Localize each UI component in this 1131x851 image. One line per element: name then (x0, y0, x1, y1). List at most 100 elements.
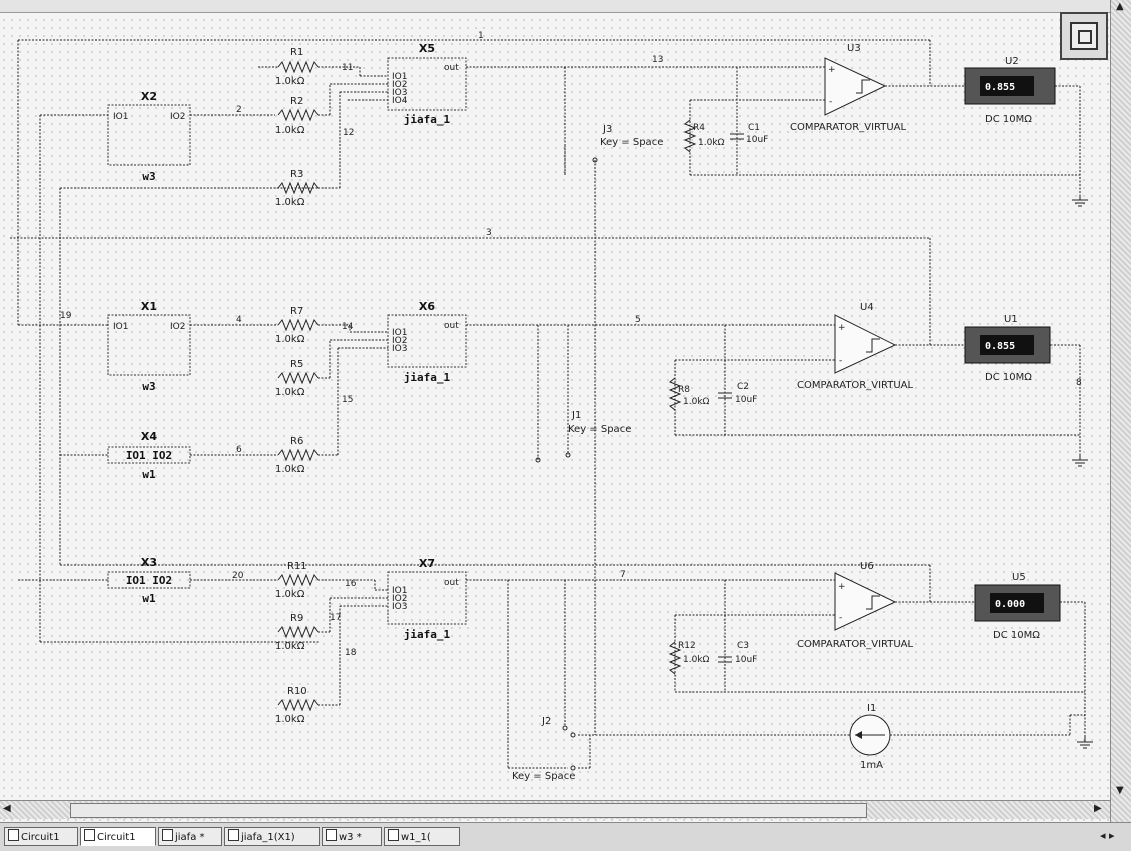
x6-ref: X6 (419, 300, 435, 313)
c2-value: 10uF (735, 395, 757, 405)
r11-value: 1.0kΩ (275, 589, 305, 600)
r12-value: 1.0kΩ (683, 655, 710, 665)
voltmeter-u1[interactable]: U1 0.855 DC 10MΩ (964, 314, 1051, 383)
r2-value: 1.0kΩ (275, 125, 305, 136)
svg-text:+: + (828, 65, 836, 75)
tab-scroll-arrows[interactable]: ◂ ▸ (1100, 829, 1115, 842)
r3-ref: R3 (290, 169, 303, 180)
tab-w3[interactable]: w3 * (322, 827, 382, 846)
subcircuit-x4[interactable]: X4 IO1 IO2 w1 (107, 430, 191, 481)
u6-ref: U6 (860, 561, 874, 572)
resistor-r7 (277, 318, 319, 332)
voltmeter-u2[interactable]: U2 0.855 DC 10MΩ (964, 56, 1056, 125)
u2-mode: DC 10MΩ (985, 114, 1032, 125)
tab-circuit1-a[interactable]: Circuit1 (4, 827, 78, 846)
net-label-5: 5 (635, 315, 641, 325)
net-label-4: 4 (236, 315, 242, 325)
schematic-workspace[interactable]: X2 IO1 IO2 w3 X1 IO1 IO2 w3 X4 IO1 IO2 w… (0, 0, 1131, 851)
tab-jiafa-1-x1[interactable]: jiafa_1(X1) (224, 827, 320, 846)
i1-ref: I1 (867, 703, 876, 714)
net-label-1: 1 (478, 31, 484, 41)
j1-ref: J1 (571, 410, 581, 421)
schematic-canvas[interactable]: X2 IO1 IO2 w3 X1 IO1 IO2 w3 X4 IO1 IO2 w… (0, 0, 1110, 800)
c1-ref: C1 (748, 123, 760, 133)
subcircuit-x7[interactable]: X7 IO1 IO2 IO3 out jiafa_1 (387, 557, 467, 641)
scroll-left-icon[interactable]: ◀ (3, 802, 11, 816)
scroll-right-icon[interactable]: ▶ (1094, 802, 1102, 816)
resistor-r5 (277, 371, 319, 385)
r10-ref: R10 (287, 686, 307, 697)
net-label-20: 20 (232, 571, 244, 581)
u3-ref: U3 (847, 43, 861, 54)
scroll-up-icon[interactable]: ▲ (1116, 0, 1124, 14)
resistor-r9 (277, 625, 319, 639)
switch-j2[interactable]: J2 Key = Space (512, 716, 576, 782)
comparator-u3[interactable]: + - U3 COMPARATOR_VIRTUAL (790, 43, 907, 133)
current-source-i1[interactable]: I1 1mA (849, 703, 891, 771)
svg-text:-: - (839, 613, 842, 623)
c1-value: 10uF (746, 135, 768, 145)
scroll-down-icon[interactable]: ▼ (1116, 784, 1124, 798)
x5-out: out (444, 63, 459, 73)
r9-value: 1.0kΩ (275, 641, 305, 652)
c3-value: 10uF (735, 655, 757, 665)
r4-ref: R4 (693, 123, 705, 133)
u4-name: COMPARATOR_VIRTUAL (797, 380, 914, 391)
r5-value: 1.0kΩ (275, 387, 305, 398)
net-label-11: 11 (342, 63, 353, 73)
svg-text:-: - (829, 97, 832, 107)
resistor-r11 (277, 573, 319, 587)
tab-jiafa[interactable]: jiafa * (158, 827, 222, 846)
net-label-18: 18 (345, 648, 357, 658)
switch-j1[interactable]: J1 Key = Space (535, 410, 631, 463)
u5-ref: U5 (1012, 572, 1026, 583)
schematic-icon (228, 829, 239, 841)
r8-value: 1.0kΩ (683, 397, 710, 407)
net-label-3: 3 (486, 228, 492, 238)
resistor-r2 (277, 108, 319, 122)
x5-pin-4: IO4 (392, 96, 408, 106)
subcircuit-x6[interactable]: X6 IO1 IO2 IO3 out jiafa_1 (387, 300, 467, 384)
net-label-7: 7 (620, 570, 626, 580)
u2-reading: 0.855 (985, 82, 1015, 93)
u3-name: COMPARATOR_VIRTUAL (790, 122, 907, 133)
subcircuit-x3[interactable]: X3 IO1 IO2 w1 (107, 556, 191, 605)
vertical-scrollbar[interactable]: ▲ ▼ (1110, 0, 1131, 828)
svg-text:+: + (838, 582, 846, 592)
x7-out: out (444, 578, 459, 588)
r1-value: 1.0kΩ (275, 76, 305, 87)
x4-pins: IO1 IO2 (126, 449, 172, 462)
u5-reading: 0.000 (995, 599, 1025, 610)
document-tab-bar: Circuit1 Circuit1 jiafa * jiafa_1(X1) w3… (0, 822, 1131, 851)
r12-ref: R12 (678, 641, 696, 651)
voltmeter-u5[interactable]: U5 0.000 DC 10MΩ (974, 572, 1061, 641)
subcircuit-x5[interactable]: X5 IO1 IO2 IO3 IO4 out jiafa_1 (387, 42, 467, 126)
subcircuit-x1[interactable]: X1 IO1 IO2 w3 (107, 300, 191, 393)
subcircuit-x2[interactable]: X2 IO1 IO2 w3 (107, 90, 191, 183)
x3-ref: X3 (141, 556, 157, 569)
horizontal-scroll-thumb[interactable] (70, 803, 867, 818)
horizontal-scrollbar[interactable]: ◀ ▶ (0, 800, 1110, 819)
x7-name: jiafa_1 (404, 628, 451, 641)
j3-key: Key = Space (600, 137, 663, 148)
r9-ref: R9 (290, 613, 303, 624)
x2-name: w3 (142, 170, 155, 183)
tab-w1-1[interactable]: w1_1( (384, 827, 460, 846)
x5-name: jiafa_1 (404, 113, 451, 126)
j1-key: Key = Space (568, 424, 631, 435)
zoom-fit-button[interactable] (1060, 12, 1108, 60)
resistor-r1 (277, 60, 319, 74)
x1-name: w3 (142, 380, 155, 393)
comparator-u6[interactable]: + - U6 COMPARATOR_VIRTUAL (797, 561, 914, 650)
schematic-icon (388, 829, 399, 841)
zoom-fit-icon (1070, 22, 1098, 50)
u5-mode: DC 10MΩ (993, 630, 1040, 641)
tab-circuit1-b[interactable]: Circuit1 (80, 827, 156, 846)
switch-j3[interactable]: J3 Key = Space (564, 124, 663, 175)
net-label-17: 17 (330, 613, 341, 623)
u1-reading: 0.855 (985, 341, 1015, 352)
comparator-u4[interactable]: + - U4 COMPARATOR_VIRTUAL (797, 302, 914, 391)
r6-value: 1.0kΩ (275, 464, 305, 475)
x3-name: w1 (142, 592, 156, 605)
j2-ref: J2 (541, 716, 551, 727)
